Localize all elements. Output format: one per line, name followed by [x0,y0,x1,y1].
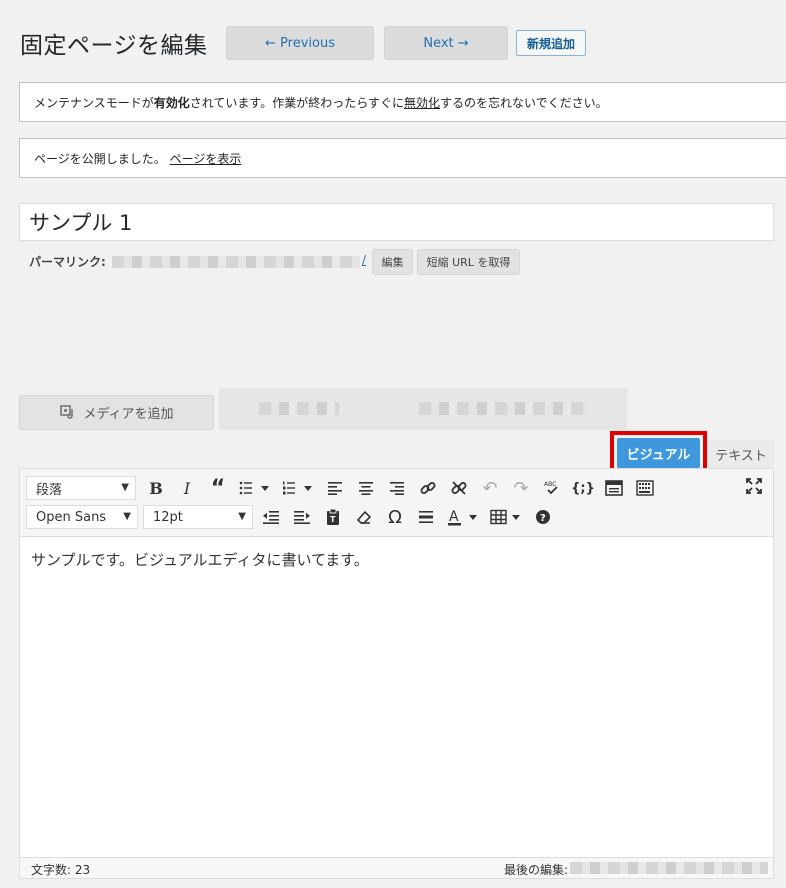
numbered-list-icon[interactable] [280,476,316,500]
previous-button[interactable]: ← Previous [226,26,374,60]
deactivate-link[interactable]: 無効化 [404,94,440,111]
permalink-url-redacted[interactable] [112,256,360,268]
page-title: 固定ページを編集 [20,33,208,59]
chevron-down-icon: ▼ [238,511,246,522]
chevron-down-icon: ▼ [121,482,129,493]
toolbar-toggle-icon[interactable] [633,476,657,500]
editor-content-area[interactable]: サンプルです。ビジュアルエディタに書いてます。 [19,536,774,858]
svg-text:T: T [330,515,336,524]
chevron-down-icon: ▼ [123,511,131,522]
format-select[interactable]: 段落 ▼ [26,476,136,500]
link-icon[interactable] [416,476,440,500]
undo-icon[interactable]: ↶ [478,476,502,500]
help-icon[interactable]: ? [531,505,555,529]
svg-text:?: ? [540,513,546,524]
outdent-icon[interactable] [259,505,283,529]
spellcheck-icon[interactable]: ABC [540,476,564,500]
bullet-list-icon[interactable] [237,476,273,500]
get-shortlink-button[interactable]: 短縮 URL を取得 [417,249,520,275]
align-right-icon[interactable] [385,476,409,500]
svg-text:A: A [449,509,459,525]
maintenance-notice-suffix: するのを忘れないでください。 [440,95,608,110]
permalink-edit-button[interactable]: 編集 [372,249,413,275]
permalink-label: パーマリンク: [29,255,106,269]
published-notice: ページを公開しました。 ページを表示 [19,138,786,178]
special-character-icon[interactable]: Ω [383,505,407,529]
font-size-select[interactable]: 12pt ▼ [143,505,253,529]
editor-body-text: サンプルです。ビジュアルエディタに書いてます。 [31,551,369,569]
text-color-icon[interactable]: A [445,505,481,529]
italic-icon[interactable]: I [175,476,199,500]
font-family-select[interactable]: Open Sans ▼ [26,505,138,529]
add-media-label: メディアを追加 [83,407,174,422]
svg-text:ABC: ABC [544,481,556,488]
next-button[interactable]: Next → [384,26,508,60]
font-size-select-value: 12pt [153,509,183,525]
unlink-icon[interactable] [447,476,471,500]
maintenance-notice-prefix: メンテナンスモードが [34,95,154,110]
published-notice-text: ページを公開しました。 [34,151,166,166]
paste-text-icon[interactable]: T [321,505,345,529]
editor-statusbar: 文字数: 23 最後の編集: [19,857,774,879]
table-icon[interactable] [488,505,524,529]
format-select-value: 段落 [36,482,63,498]
last-edited-value-redacted [570,862,768,874]
add-new-button[interactable]: 新規追加 [516,30,586,56]
plugin-buttons-redacted[interactable] [219,388,627,430]
align-center-icon[interactable] [354,476,378,500]
add-media-button[interactable]: メディアを追加 [19,395,214,430]
maintenance-notice: メンテナンスモードが 有効化 されています。作業が終わったらすぐに 無効化 するのを忘れ… [19,82,786,122]
redo-icon[interactable]: ↷ [509,476,533,500]
view-page-link[interactable]: ページを表示 [170,150,242,167]
last-edited-label: 最後の編集: [504,863,569,877]
horizontal-line-icon[interactable] [414,505,438,529]
tab-text[interactable]: テキスト [708,440,774,468]
code-icon[interactable]: {;} [571,476,595,500]
word-count: 文字数: 23 [31,863,91,877]
read-more-icon[interactable] [602,476,626,500]
maintenance-notice-middle: されています。作業が終わったらすぐに [189,95,404,110]
fullscreen-icon[interactable] [742,474,766,498]
blockquote-icon[interactable]: “ [206,476,230,501]
font-family-select-value: Open Sans [36,509,107,525]
post-title-input[interactable]: サンプル 1 [19,203,774,241]
clear-formatting-icon[interactable] [352,505,376,529]
permalink-slash[interactable]: / [362,253,366,267]
maintenance-notice-bold: 有効化 [153,95,190,110]
align-left-icon[interactable] [323,476,347,500]
indent-icon[interactable] [290,505,314,529]
media-icon [59,402,77,424]
editor-toolbar: 段落 ▼ B I “ ↶ ↷ ABC {;} Open Sans ▼ 12pt ▼ T [19,468,774,536]
bold-icon[interactable]: B [144,476,168,500]
